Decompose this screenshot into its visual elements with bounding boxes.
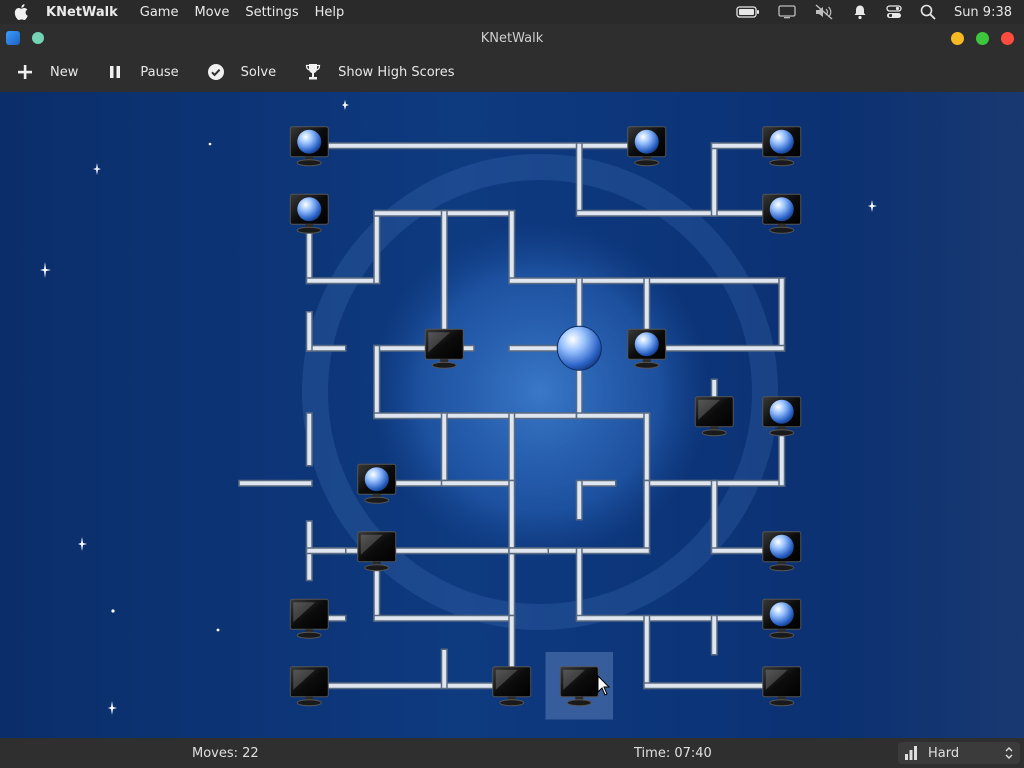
plus-icon [16, 63, 34, 81]
difficulty-bars-icon [905, 746, 917, 760]
menu-bar: KNetWalk Game Move Settings Help Sun 9:3… [0, 0, 1024, 24]
solve-label: Solve [240, 64, 277, 80]
terminal-connected[interactable] [762, 126, 802, 167]
menu-help[interactable]: Help [315, 5, 345, 20]
board-canvas [40, 92, 1024, 738]
menu-settings[interactable]: Settings [245, 5, 298, 20]
trophy-icon [304, 63, 322, 81]
pause-icon [106, 63, 124, 81]
app-icon [6, 31, 20, 45]
difficulty-value: Hard [928, 745, 960, 761]
status-bar: Moves: 22 Time: 07:40 Hard [0, 738, 1024, 768]
window-titlebar: KNetWalk [0, 24, 1024, 52]
new-label: New [50, 64, 79, 80]
moves-counter: Moves: 22 [192, 746, 259, 761]
background-globe [370, 222, 710, 562]
terminal-disconnected[interactable] [289, 598, 329, 639]
apple-icon[interactable] [12, 2, 32, 22]
terminal-connected[interactable] [289, 193, 329, 234]
toolbar: New Pause Solve Show High Scores [0, 52, 1024, 93]
status-menus: Sun 9:38 [736, 0, 1012, 24]
terminal-connected[interactable] [357, 463, 397, 504]
window-controls [951, 32, 1014, 45]
server-globe[interactable] [556, 325, 602, 371]
solve-button[interactable]: Solve [207, 63, 277, 81]
high-scores-label: Show High Scores [338, 64, 455, 80]
search-icon[interactable] [920, 4, 936, 20]
checkmark-circle-icon [207, 63, 225, 81]
menu-game[interactable]: Game [140, 5, 179, 20]
menu-move[interactable]: Move [194, 5, 229, 20]
terminal-disconnected[interactable] [492, 666, 532, 707]
minimize-button[interactable] [951, 32, 964, 45]
terminal-connected[interactable] [762, 598, 802, 639]
background-light-band [830, 92, 1024, 738]
pause-label: Pause [140, 64, 179, 80]
new-button[interactable]: New [16, 63, 78, 81]
control-center-icon[interactable] [886, 4, 902, 20]
high-scores-button[interactable]: Show High Scores [304, 63, 455, 81]
battery-icon[interactable] [736, 5, 760, 19]
terminal-disconnected[interactable] [289, 666, 329, 707]
muted-speaker-icon[interactable] [814, 4, 834, 20]
display-icon[interactable] [778, 5, 796, 19]
difficulty-select[interactable]: Hard [898, 742, 1020, 764]
chevron-updown-icon [1005, 747, 1013, 759]
window-pin-button[interactable] [32, 32, 44, 44]
window-title: KNetWalk [480, 30, 544, 46]
game-board [0, 92, 1024, 738]
time-counter: Time: 07:40 [634, 746, 712, 761]
terminal-connected[interactable] [762, 193, 802, 234]
terminal-connected[interactable] [289, 126, 329, 167]
notification-bell-icon[interactable] [852, 4, 868, 20]
maximize-button[interactable] [976, 32, 989, 45]
terminal-connected[interactable] [627, 126, 667, 167]
app-menu-name[interactable]: KNetWalk [46, 5, 118, 20]
terminal-connected[interactable] [762, 531, 802, 572]
clock[interactable]: Sun 9:38 [954, 5, 1012, 20]
terminal-disconnected[interactable] [762, 666, 802, 707]
pause-button[interactable]: Pause [106, 63, 179, 81]
close-button[interactable] [1001, 32, 1014, 45]
